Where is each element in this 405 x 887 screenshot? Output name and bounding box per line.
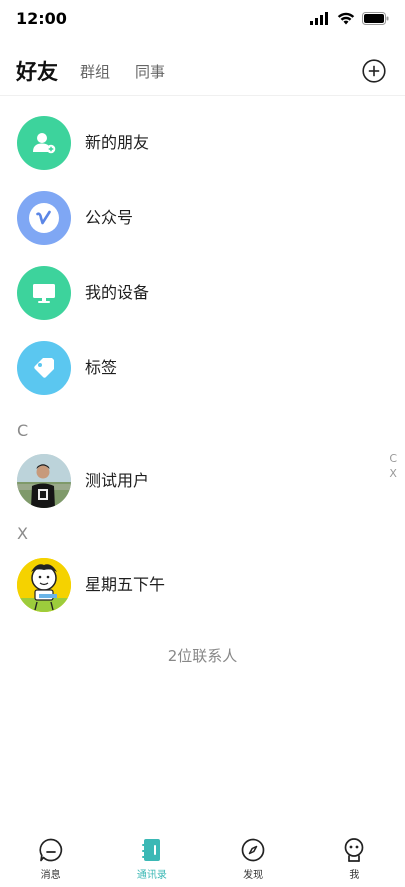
status-bar: 12:00 <box>0 0 405 40</box>
tab-me[interactable]: 我 <box>304 827 405 887</box>
tab-groups[interactable]: 群组 <box>80 50 110 94</box>
tab-label: 我 <box>349 870 360 881</box>
header: 好友 群组 同事 <box>0 50 405 96</box>
section-header-c: C <box>17 421 29 440</box>
tab-friends[interactable]: 好友 <box>16 50 58 94</box>
signal-icon <box>310 12 328 25</box>
battery-icon <box>362 12 389 25</box>
section-header-x: X <box>17 524 28 543</box>
wifi-icon <box>337 12 355 25</box>
list-item-my-devices[interactable]: 我的设备 <box>0 262 405 322</box>
contact-row-friday-afternoon[interactable]: 星期五下午 <box>0 554 405 614</box>
list-item-tags[interactable]: 标签 <box>0 337 405 397</box>
chat-icon <box>39 838 62 862</box>
status-time: 12:00 <box>16 9 67 28</box>
add-friend-icon <box>17 116 71 170</box>
bottom-tab-bar: 消息 通讯录 发现 我 <box>0 827 405 887</box>
avatar <box>17 454 71 508</box>
add-button[interactable] <box>362 59 386 83</box>
index-letter-c[interactable]: C <box>389 451 397 466</box>
profile-icon <box>345 838 364 862</box>
compass-icon <box>241 838 265 862</box>
tab-messages[interactable]: 消息 <box>0 827 101 887</box>
tab-label: 通讯录 <box>136 870 167 881</box>
device-icon <box>17 266 71 320</box>
contact-name: 测试用户 <box>85 471 150 490</box>
contact-row-test-user[interactable]: 测试用户 <box>0 450 405 510</box>
alphabet-index[interactable]: C X <box>389 451 397 481</box>
status-icons <box>310 12 389 25</box>
tab-label: 发现 <box>243 870 264 881</box>
avatar <box>17 558 71 612</box>
official-account-icon <box>17 191 71 245</box>
plus-circle-icon <box>362 59 386 83</box>
list-item-label: 公众号 <box>85 208 134 227</box>
list-item-label: 标签 <box>85 358 118 377</box>
index-letter-x[interactable]: X <box>389 466 397 481</box>
tab-discover[interactable]: 发现 <box>203 827 304 887</box>
contact-count: 2位联系人 <box>167 647 238 665</box>
tab-contacts[interactable]: 通讯录 <box>101 827 202 887</box>
tab-label: 消息 <box>40 870 61 881</box>
list-item-label: 我的设备 <box>85 283 150 302</box>
list-item-new-friends[interactable]: 新的朋友 <box>0 112 405 172</box>
list-item-label: 新的朋友 <box>85 133 150 152</box>
list-item-official-accounts[interactable]: 公众号 <box>0 187 405 247</box>
tab-colleagues[interactable]: 同事 <box>135 50 165 94</box>
contact-name: 星期五下午 <box>85 575 166 594</box>
contacts-icon <box>141 839 160 861</box>
tag-icon <box>17 341 71 395</box>
